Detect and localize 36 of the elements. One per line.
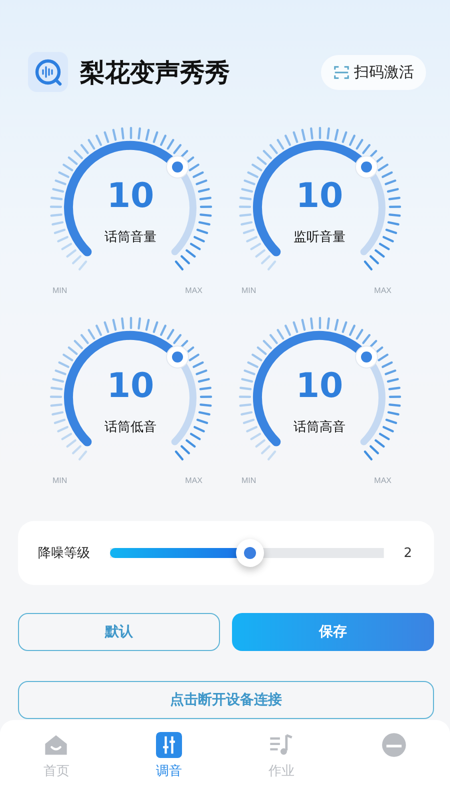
tab[interactable] xyxy=(380,732,407,758)
scan-icon xyxy=(333,64,350,80)
dial-value: 10 xyxy=(106,366,154,406)
noise-level-label: 降噪等级 xyxy=(38,545,90,562)
slider-thumb[interactable] xyxy=(236,539,264,567)
max-label: MAX xyxy=(185,476,202,485)
min-label: MIN xyxy=(242,476,256,485)
user-icon xyxy=(380,732,407,758)
dial-label: 话筒音量 xyxy=(104,229,156,246)
dial-value: 10 xyxy=(296,366,344,406)
tab[interactable]: 调音 xyxy=(156,732,182,780)
max-label: MAX xyxy=(374,476,392,485)
save-button[interactable]: 保存 xyxy=(232,613,434,651)
default-button[interactable]: 默认 xyxy=(18,613,220,651)
noise-level-value: 2 xyxy=(404,546,412,560)
dial-label: 话筒高音 xyxy=(294,419,346,436)
app-logo-icon xyxy=(28,52,68,92)
disconnect-button[interactable]: 点击断开设备连接 xyxy=(18,681,434,719)
dial-knob[interactable] xyxy=(166,346,188,368)
tab[interactable]: 作业 xyxy=(268,732,294,780)
dial-value: 10 xyxy=(296,176,344,216)
min-label: MIN xyxy=(242,286,256,295)
dial-label: 话筒低音 xyxy=(104,419,156,436)
equalizer-icon xyxy=(156,732,182,758)
tab[interactable]: 首页 xyxy=(43,732,70,780)
app-title: 梨花变声秀秀 xyxy=(80,56,231,88)
dial-knob[interactable] xyxy=(354,156,378,178)
dial-value: 10 xyxy=(106,176,154,216)
min-label: MIN xyxy=(52,476,68,485)
dial-knob[interactable] xyxy=(166,156,188,178)
dial-label: 监听音量 xyxy=(294,229,346,246)
max-label: MAX xyxy=(185,286,202,295)
scan-activate-button[interactable]: 扫码激活 xyxy=(321,54,426,90)
min-label: MIN xyxy=(52,286,68,295)
max-label: MAX xyxy=(374,286,392,295)
dial-knob[interactable] xyxy=(354,346,378,368)
